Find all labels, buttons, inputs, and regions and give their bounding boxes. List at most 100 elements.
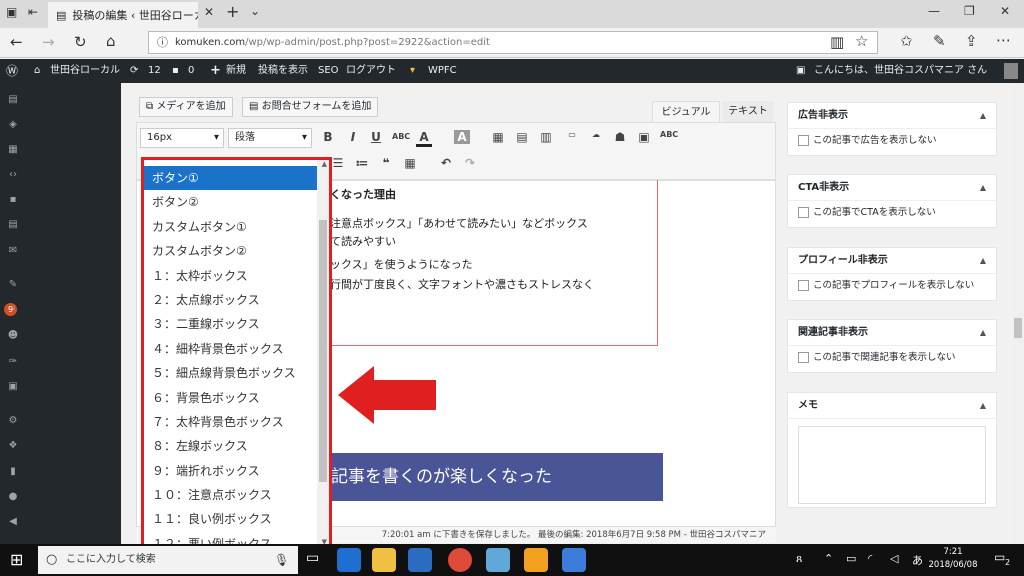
edge-icon[interactable] <box>337 548 361 572</box>
ime-indicator[interactable]: あ <box>912 552 923 568</box>
sidebar-item[interactable]: ‹› HTMLタグ設定 <box>0 164 121 186</box>
logout-link[interactable]: ログアウト <box>346 59 396 83</box>
strikethrough-icon[interactable]: ABC <box>392 132 410 141</box>
sidebar-item[interactable]: ▦ 広告管理 <box>0 139 121 161</box>
dropdown-option[interactable]: カスタムボタン② <box>144 239 318 263</box>
button-icon[interactable]: ▭ <box>564 130 580 139</box>
undo-icon[interactable]: ↶ <box>438 156 454 170</box>
sidebar-item[interactable]: ▪ コメント <box>0 189 121 211</box>
more-icon[interactable]: ⋯ <box>996 31 1011 49</box>
sidebar-item[interactable]: ✎ 外観 <box>0 274 121 296</box>
dropdown-option[interactable]: ５：細点線背景色ボックス <box>144 361 318 385</box>
page-scrollbar[interactable] <box>1012 83 1024 544</box>
chart-app-icon[interactable] <box>524 548 548 572</box>
back-icon[interactable]: ← <box>10 33 23 51</box>
collapse-icon[interactable]: ▲ <box>980 175 986 201</box>
set-aside-icon[interactable]: ⇤ <box>28 5 38 19</box>
add-media-button[interactable]: ⧉ メディアを追加 <box>139 97 233 117</box>
sidebar-item[interactable]: ▤ 固定ページ <box>0 89 121 111</box>
people-icon[interactable]: ጸ <box>796 552 802 566</box>
user-greeting[interactable]: こんにちは、世田谷コスパマニア さん <box>814 59 987 83</box>
address-bar[interactable]: ⓘ komuken.com/wp/wp-admin/post.php?post=… <box>148 31 878 54</box>
tray-chevron-icon[interactable]: ⌃ <box>824 552 833 565</box>
sidebar-item[interactable]: ✑ ツール <box>0 351 121 373</box>
explorer-icon[interactable] <box>372 548 396 572</box>
notes-icon[interactable]: ✎ <box>933 32 946 50</box>
numbered-list-icon[interactable]: ≔ <box>354 156 370 170</box>
bold-icon[interactable]: B <box>320 130 336 144</box>
taskbar-clock[interactable]: 7:21 2018/06/08 <box>928 546 978 572</box>
sidebar-item[interactable]: ▮ WP QUADS <box>0 461 121 483</box>
bullet-list-icon[interactable]: ☰ <box>330 156 346 170</box>
site-name-link[interactable]: 世田谷ローカル <box>50 59 120 83</box>
style-dropdown[interactable]: ボタン① ボタン② カスタムボタン① カスタムボタン② １：太枠ボックス ２：太点線ボック… <box>141 157 332 549</box>
new-content-link[interactable]: 新規 <box>226 59 246 83</box>
network-icon[interactable]: ▭ <box>846 552 856 565</box>
dropdown-option[interactable]: ３：二重線ボックス <box>144 312 318 336</box>
checkbox[interactable] <box>798 352 809 363</box>
taskbar-search[interactable]: ○ ここに入力して検索 🎙 <box>38 546 298 574</box>
forward-icon[interactable]: → <box>42 33 55 51</box>
dropdown-option[interactable]: １１：良い例ボックス <box>144 507 318 531</box>
volume-icon[interactable]: ◁ <box>890 552 898 565</box>
notifications-icon[interactable]: ▭ <box>994 550 1005 564</box>
dropdown-scrollbar[interactable]: ▲ ▼ <box>317 160 329 546</box>
dropdown-option[interactable]: ボタン① <box>144 166 318 191</box>
blockquote-icon[interactable]: ❝ <box>378 156 394 170</box>
seo-link[interactable]: SEO <box>318 59 339 83</box>
meta-box-option[interactable]: この記事でプロフィールを表示しない <box>788 274 996 298</box>
dropdown-option[interactable]: １：太枠ボックス <box>144 264 318 288</box>
hub-icon[interactable]: ✩ <box>900 32 913 50</box>
dropdown-option[interactable]: ４：細枠背景色ボックス <box>144 337 318 361</box>
mail-app-icon[interactable] <box>562 548 586 572</box>
sidebar-item[interactable]: ☻ ユーザー <box>0 325 121 347</box>
sidebar-item[interactable]: ✉ お問い合わせ <box>0 240 121 262</box>
person-icon[interactable]: ☗ <box>612 130 628 144</box>
windows-start-icon[interactable]: ⊞ <box>10 550 23 569</box>
dropdown-option[interactable]: ２：太点線ボックス <box>144 288 318 312</box>
tab-actions-icon[interactable]: ▣ <box>6 5 17 19</box>
font-size-select[interactable]: 16px ▾ <box>140 128 224 148</box>
paint-icon[interactable] <box>486 548 510 572</box>
share-icon[interactable]: ⇪ <box>965 32 978 50</box>
restore-icon[interactable]: ❐ <box>964 4 975 18</box>
meta-box-option[interactable]: この記事で関連記事を表示しない <box>788 346 996 370</box>
close-window-icon[interactable]: ✕ <box>1000 4 1010 18</box>
tab-visual[interactable]: ビジュアル <box>652 101 720 123</box>
sidebar-item[interactable]: ◀ メニューを閉じる <box>0 511 121 533</box>
page-scroll-thumb[interactable] <box>1014 318 1022 338</box>
text-color-icon[interactable]: A <box>416 130 432 147</box>
wpfc-link[interactable]: WPFC <box>428 59 457 83</box>
favorite-icon[interactable]: ☆ <box>855 32 868 50</box>
dropdown-option[interactable]: １０：注意点ボックス <box>144 483 318 507</box>
reading-view-icon[interactable]: ▥ <box>830 33 844 51</box>
collapse-icon[interactable]: ▲ <box>980 248 986 274</box>
format-select[interactable]: 段落 ▾ <box>228 128 312 148</box>
redo-icon[interactable]: ↷ <box>462 156 478 170</box>
meta-box-option[interactable]: この記事でCTAを表示しない <box>788 201 996 225</box>
box-icon[interactable]: ▤ <box>514 130 530 144</box>
card-icon[interactable]: ▣ <box>636 130 652 144</box>
store-icon[interactable] <box>408 548 432 572</box>
dropdown-option[interactable]: カスタムボタン① <box>144 215 318 239</box>
chevron-down-icon[interactable]: ⌄ <box>250 4 260 18</box>
table-grid-icon[interactable]: ▦ <box>402 156 418 170</box>
dropdown-option[interactable]: ８：左線ボックス <box>144 434 318 458</box>
chat-icon[interactable]: ☁ <box>588 130 604 139</box>
tab-text[interactable]: テキスト <box>722 101 774 123</box>
background-color-icon[interactable]: A <box>454 130 470 144</box>
sidebar-item[interactable]: ❖ WP Fastest Cache <box>0 435 121 457</box>
list-box-icon[interactable]: ▥ <box>538 130 554 144</box>
meta-box-option[interactable]: この記事で広告を表示しない <box>788 129 996 153</box>
sidebar-item[interactable]: ⚙ Quick Adsense <box>0 410 121 432</box>
dropdown-option[interactable]: ６：背景色ボックス <box>144 386 318 410</box>
italic-icon[interactable]: I <box>345 130 361 144</box>
sidebar-item[interactable]: ▤ フィードバック <box>0 214 121 236</box>
dropdown-option[interactable]: ７：太枠背景色ボックス <box>144 410 318 434</box>
dropdown-scroll-thumb[interactable] <box>319 220 327 482</box>
view-post-link[interactable]: 投稿を表示 <box>258 59 308 83</box>
new-tab-icon[interactable]: + <box>226 2 239 21</box>
add-contact-form-button[interactable]: ▤ お問合せフォームを追加 <box>242 97 379 117</box>
minimize-icon[interactable]: — <box>928 4 940 18</box>
avatar[interactable] <box>1004 63 1018 79</box>
